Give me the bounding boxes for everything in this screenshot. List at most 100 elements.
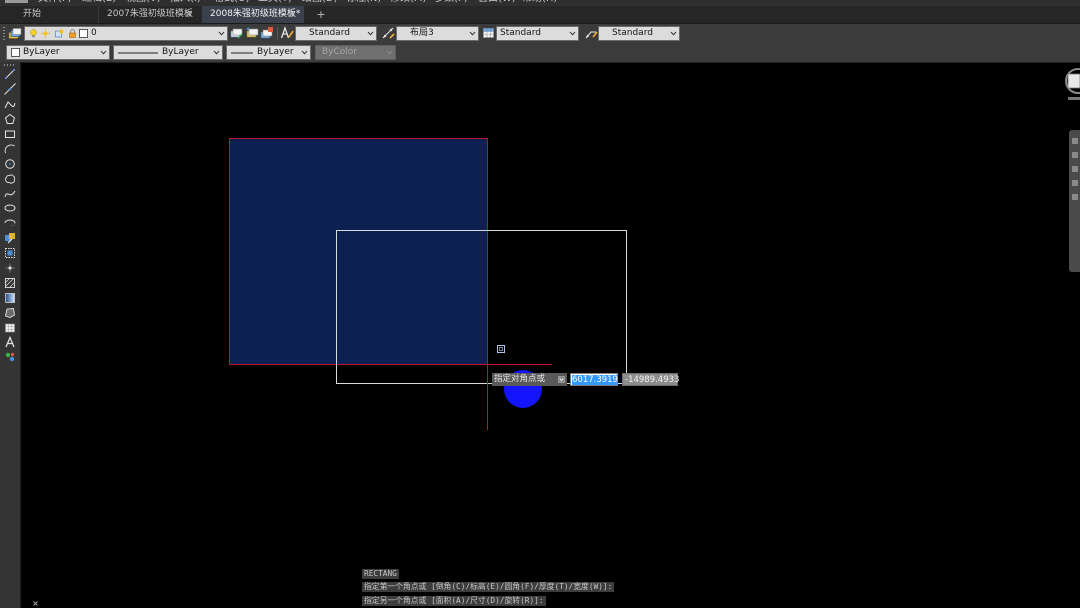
make-object-layer-current-icon[interactable] [230, 26, 244, 40]
color-dropdown[interactable]: ByLayer [6, 45, 110, 60]
spline-icon[interactable] [0, 186, 20, 201]
drawing-canvas[interactable] [0, 0, 1080, 608]
tab-document[interactable]: 2007朱强初级班模板 × [98, 6, 201, 23]
layer-color-swatch [79, 29, 88, 38]
properties-toolbar: ByLayer ByLayer ByLayer ByColor [0, 43, 1080, 63]
viewcube-icon[interactable] [1058, 66, 1080, 106]
viewport-freeze-icon[interactable] [55, 29, 64, 38]
layer-previous-icon[interactable] [245, 26, 259, 40]
linetype-sample [118, 52, 158, 54]
color-swatch [11, 48, 20, 57]
dimension-style-value: 布局3 [410, 28, 434, 38]
construction-line-icon[interactable] [0, 82, 20, 97]
linetype-dropdown[interactable]: ByLayer [113, 45, 223, 60]
lineweight-sample [231, 52, 253, 54]
ellipse-icon[interactable] [0, 201, 20, 216]
steering-wheel-icon[interactable] [1072, 138, 1078, 144]
multiline-text-icon[interactable] [0, 335, 20, 350]
text-style-dropdown[interactable]: Standard [295, 26, 377, 41]
chevron-down-icon [386, 50, 393, 55]
navigation-bar[interactable] [1069, 130, 1080, 272]
lightbulb-icon[interactable] [29, 29, 38, 38]
toolbar-separator [277, 27, 278, 40]
make-block-icon[interactable] [0, 246, 20, 261]
zoom-icon[interactable] [1072, 166, 1078, 172]
table-style-dropdown[interactable]: Standard [496, 26, 579, 41]
plot-style-dropdown: ByColor [315, 45, 396, 60]
polyline-icon[interactable] [0, 97, 20, 112]
dynamic-input-y-value: -14989.4933 [625, 375, 680, 385]
circle-icon[interactable] [0, 156, 20, 171]
chevron-down-icon [569, 31, 576, 36]
chevron-down-icon [469, 31, 476, 36]
revision-cloud-icon[interactable] [0, 171, 20, 186]
chevron-down-icon [100, 50, 107, 55]
lock-icon[interactable] [68, 29, 77, 38]
menu-item[interactable]: 编辑(E) [82, 0, 126, 5]
dynamic-input-x-value: 6017.3919 [572, 375, 618, 385]
menu-item[interactable]: 帮助(H) [522, 0, 566, 5]
chevron-down-icon [670, 31, 677, 36]
layer-states-icon[interactable] [260, 26, 274, 40]
sun-icon[interactable] [41, 29, 50, 38]
menu-item[interactable]: 参数(P) [434, 0, 478, 5]
showmotion-icon[interactable] [1072, 194, 1078, 200]
close-icon[interactable]: × [185, 6, 193, 23]
toolbar-grip[interactable] [3, 27, 5, 40]
table-icon[interactable] [0, 320, 20, 335]
menu-item[interactable]: 修改(M) [390, 0, 434, 5]
orbit-icon[interactable] [1072, 180, 1078, 186]
options-arrow-icon[interactable] [558, 376, 565, 383]
multileader-style-dropdown[interactable]: Standard [598, 26, 680, 41]
point-icon[interactable] [0, 261, 20, 276]
draw-tools [0, 67, 20, 365]
menu-item[interactable]: 绘图(D) [302, 0, 346, 5]
text-style-icon[interactable] [280, 26, 294, 40]
rectangle-icon[interactable] [0, 127, 20, 142]
menu-item[interactable]: 插入(I) [170, 0, 214, 5]
toolbar-grip[interactable] [4, 64, 16, 66]
existing-rectangle[interactable] [229, 138, 488, 365]
gradient-icon[interactable] [0, 290, 20, 305]
ellipse-arc-icon[interactable] [0, 216, 20, 231]
close-icon[interactable]: × [288, 6, 296, 23]
tab-document-active[interactable]: 2008朱强初级班模板* × [202, 6, 304, 23]
layer-name: 0 [91, 28, 97, 38]
new-tab-button[interactable]: + [315, 6, 327, 23]
dimension-style-icon[interactable] [381, 26, 395, 40]
add-selected-icon[interactable] [0, 350, 20, 365]
hatch-icon[interactable] [0, 275, 20, 290]
region-icon[interactable] [0, 305, 20, 320]
line-icon[interactable] [0, 67, 20, 82]
menu-items: 文件(F)编辑(E)视图(V)插入(I)格式(O)工具(T)绘图(D)标注(N)… [38, 0, 566, 5]
menu-item[interactable]: 工具(T) [258, 0, 302, 5]
menu-item[interactable]: 文件(F) [38, 0, 82, 5]
pan-icon[interactable] [1072, 152, 1078, 158]
dimension-style-dropdown[interactable]: 布局3 [396, 26, 479, 41]
close-icon[interactable] [33, 601, 38, 606]
draw-toolbar [0, 62, 21, 608]
tab-label: 2007朱强初级班模板 [107, 9, 193, 19]
menu-item[interactable]: 视图(V) [126, 0, 170, 5]
dynamic-input-y-field[interactable]: -14989.4933 [622, 373, 680, 386]
dynamic-input-x-field[interactable]: 6017.3919 [570, 373, 618, 386]
linetype-value: ByLayer [162, 47, 199, 57]
lineweight-value: ByLayer [257, 47, 294, 57]
menu-item[interactable]: 窗口(W) [478, 0, 522, 5]
tab-start[interactable]: 开始 [10, 6, 54, 23]
table-style-icon[interactable] [482, 26, 496, 40]
layers-styles-toolbar: 0 Standard 布局3 Standard Standard [0, 24, 1080, 43]
insert-block-icon[interactable] [0, 231, 20, 246]
arc-icon[interactable] [0, 141, 20, 156]
menu-item[interactable]: 格式(O) [214, 0, 258, 5]
command-prompt-line: 指定另一个角点或 [面积(A)/尺寸(D)/旋转(R)]: [362, 596, 546, 606]
layer-properties-icon[interactable] [8, 26, 22, 40]
layer-dropdown[interactable]: 0 [24, 26, 228, 41]
multileader-style-icon[interactable] [584, 26, 598, 40]
lineweight-dropdown[interactable]: ByLayer [226, 45, 311, 60]
app-logo[interactable] [5, 0, 28, 3]
document-tab-bar: 开始 2007朱强初级班模板 × 2008朱强初级班模板* × + [0, 6, 1080, 24]
menu-item[interactable]: 标注(N) [346, 0, 390, 5]
polygon-icon[interactable] [0, 112, 20, 127]
dynamic-input-prompt-text: 指定对角点或 [494, 374, 546, 384]
